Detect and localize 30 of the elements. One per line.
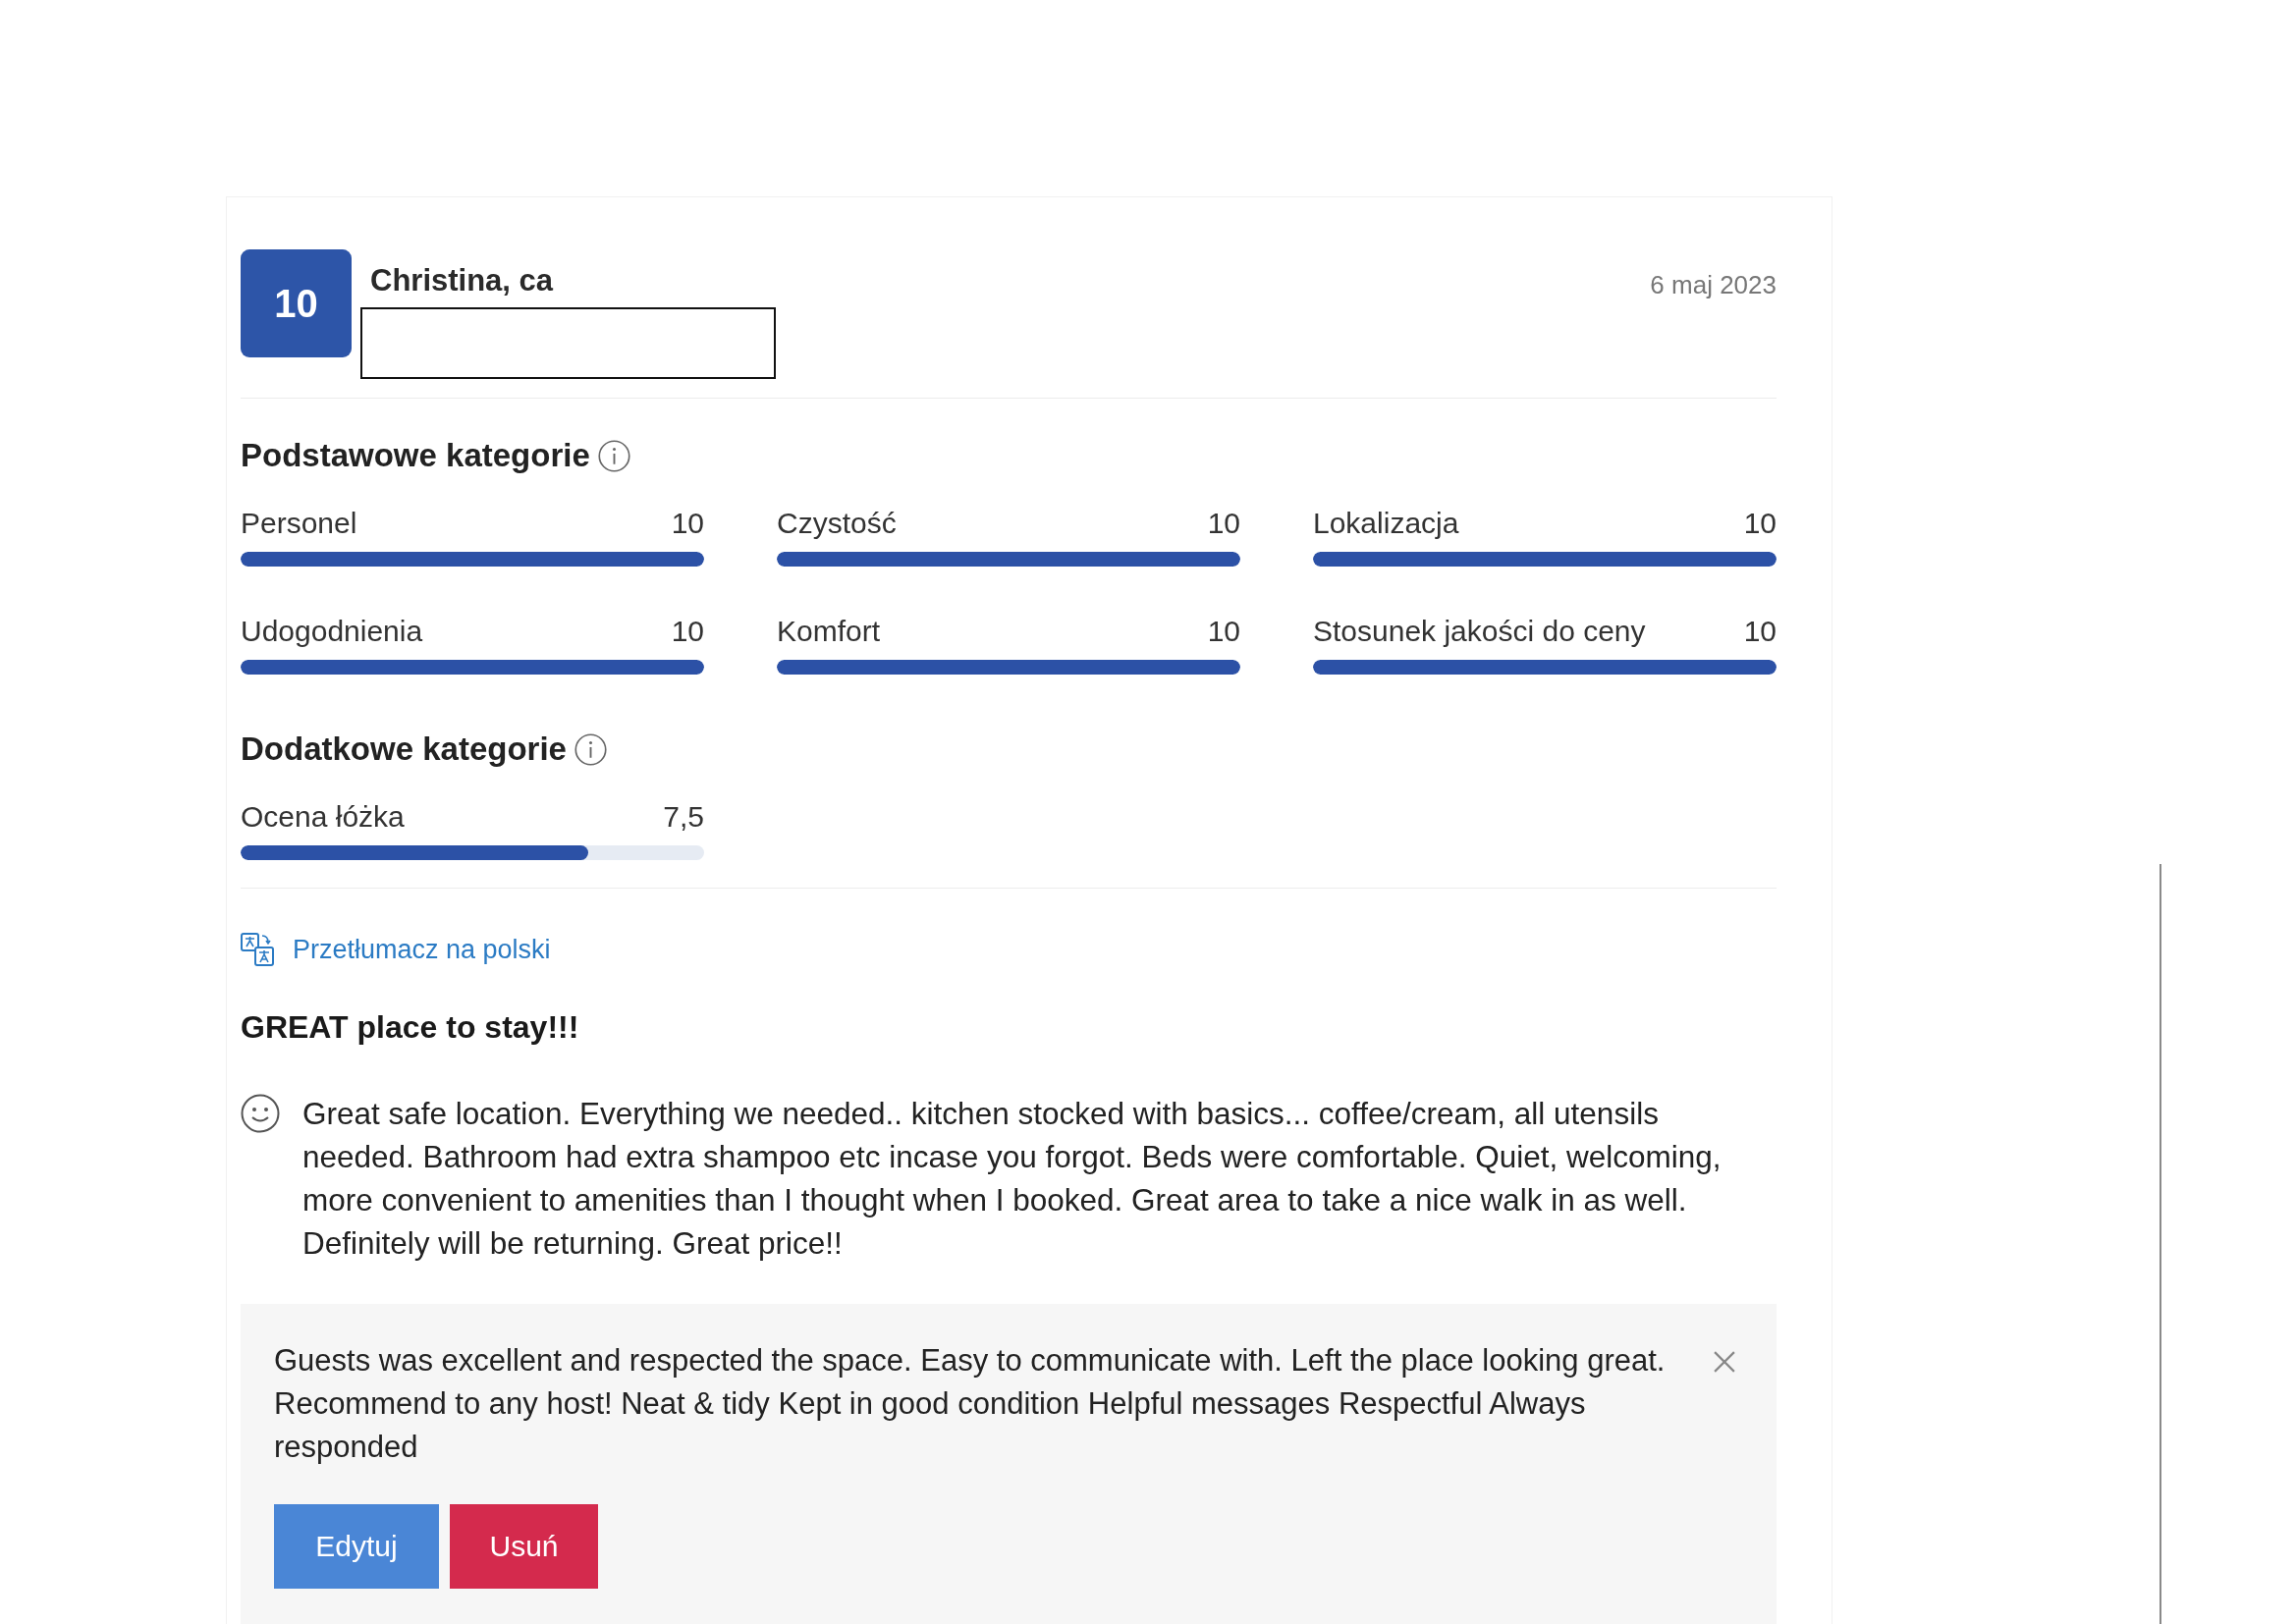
category-label: Czystość <box>777 505 897 541</box>
category-label: Personel <box>241 505 357 541</box>
category-label: Stosunek jakości do ceny <box>1313 613 1646 649</box>
info-icon[interactable] <box>597 439 630 472</box>
review-text: Great safe location. Everything we needed.. kitchen stocked with basics... coffee/cream, all utensils needed. Bathroom had extra shampoo etc incase you forgot. Beds were comfortable. Quiet, welcoming, more convenient to amenities than I thought when I booked. Great area to take a nice walk in as well. Definitely will be returning. Great price!! <box>302 1094 1722 1263</box>
category-score: 10 <box>1207 505 1240 541</box>
review-date: 6 maj 2023 <box>1650 269 1777 301</box>
delete-button[interactable]: Usuń <box>450 1503 598 1589</box>
category-score: 10 <box>1743 613 1777 649</box>
smiley-icon <box>241 1093 280 1133</box>
review-title: GREAT place to stay!!! <box>241 1007 579 1047</box>
category-score: 10 <box>1207 613 1240 649</box>
close-icon[interactable] <box>1714 1350 1735 1373</box>
category-label: Komfort <box>777 613 881 649</box>
edit-button[interactable]: Edytuj <box>274 1503 439 1589</box>
category-score: 7,5 <box>663 798 704 835</box>
category-label: Lokalizacja <box>1313 505 1459 541</box>
category-score: 10 <box>671 613 704 649</box>
section-heading: Podstawowe kategorie <box>241 436 590 475</box>
reviewer-name: Christina, ca <box>370 264 555 298</box>
section-heading: Dodatkowe kategorie <box>241 730 567 769</box>
category-score: 10 <box>671 505 704 541</box>
translate-link[interactable]: Przetłumacz na polski <box>293 930 551 970</box>
score-badge: 10 <box>241 249 352 357</box>
reply-text: Guests was excellent and respected the space. Easy to communicate with. Left the place looking great. Recommend to any host! Neat & tidy Kept in good condition Helpful messages Respectful Always responded <box>274 1341 1667 1466</box>
category-score: 10 <box>1743 505 1777 541</box>
info-icon[interactable] <box>574 732 607 766</box>
category-label: Ocena łóżka <box>241 798 405 835</box>
translate-icon[interactable] <box>241 933 274 967</box>
category-label: Udogodnienia <box>241 613 423 649</box>
